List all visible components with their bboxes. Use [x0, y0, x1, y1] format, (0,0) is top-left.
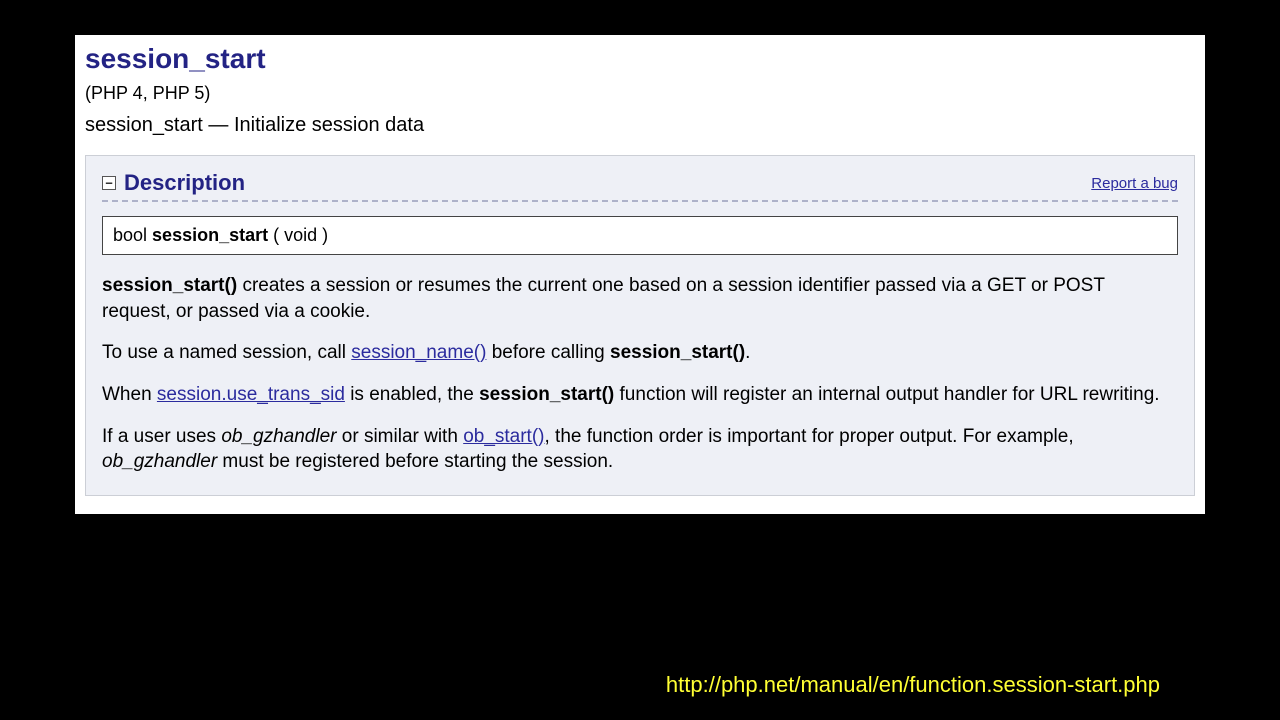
function-summary: session_start — Initialize session data: [85, 114, 1195, 137]
italic-text: ob_gzhandler: [102, 451, 217, 472]
function-title: session_start: [85, 43, 1195, 75]
para-text: or similar with: [337, 426, 464, 447]
bold-text: session_start(): [102, 275, 237, 296]
description-paragraph-3: When session.use_trans_sid is enabled, t…: [102, 382, 1178, 408]
description-title: Description: [124, 170, 245, 196]
italic-text: ob_gzhandler: [221, 426, 336, 447]
para-text: creates a session or resumes the current…: [102, 275, 1105, 322]
source-url: http://php.net/manual/en/function.sessio…: [666, 672, 1160, 698]
para-text: is enabled, the: [345, 384, 479, 405]
description-header-left: − Description: [102, 170, 245, 196]
summary-prefix: session_start —: [85, 114, 234, 136]
para-text: .: [745, 342, 750, 363]
function-signature: bool session_start ( void ): [102, 216, 1178, 255]
para-text: function will register an internal outpu…: [614, 384, 1159, 405]
description-paragraph-2: To use a named session, call session_nam…: [102, 340, 1178, 366]
documentation-panel: session_start (PHP 4, PHP 5) session_sta…: [75, 35, 1205, 514]
description-paragraph-4: If a user uses ob_gzhandler or similar w…: [102, 424, 1178, 475]
signature-name: session_start: [152, 225, 268, 245]
bold-text: session_start(): [479, 384, 614, 405]
para-text: , the function order is important for pr…: [545, 426, 1074, 447]
summary-text: Initialize session data: [234, 114, 424, 136]
para-text: must be registered before starting the s…: [217, 451, 613, 472]
signature-return-type: bool: [113, 225, 147, 245]
para-text: To use a named session, call: [102, 342, 351, 363]
ob-start-link[interactable]: ob_start(): [463, 426, 544, 447]
para-text: If a user uses: [102, 426, 221, 447]
para-text: When: [102, 384, 157, 405]
session-name-link[interactable]: session_name(): [351, 342, 486, 363]
use-trans-sid-link[interactable]: session.use_trans_sid: [157, 384, 345, 405]
description-paragraph-1: session_start() creates a session or res…: [102, 273, 1178, 324]
description-box: − Description Report a bug bool session_…: [85, 155, 1195, 496]
bold-text: session_start(): [610, 342, 745, 363]
para-text: before calling: [486, 342, 610, 363]
description-header: − Description Report a bug: [102, 170, 1178, 202]
signature-params: ( void ): [273, 225, 328, 245]
report-bug-link[interactable]: Report a bug: [1091, 175, 1178, 192]
php-versions: (PHP 4, PHP 5): [85, 83, 1195, 104]
collapse-icon[interactable]: −: [102, 176, 116, 190]
